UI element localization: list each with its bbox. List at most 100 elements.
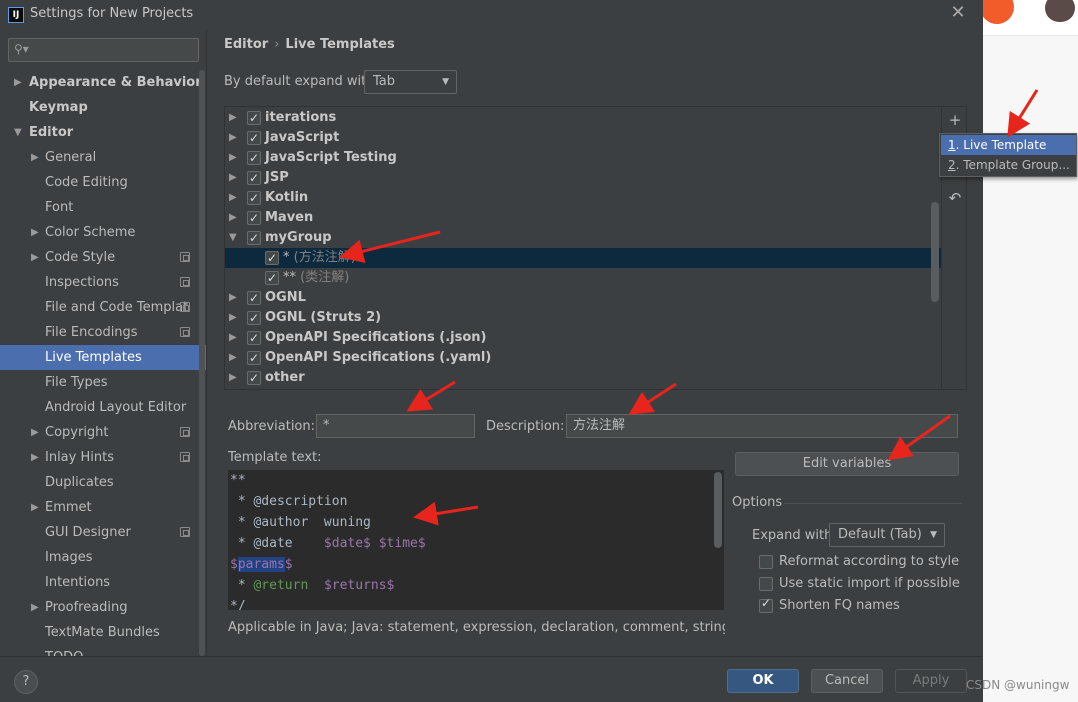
sidebar-item-code-editing[interactable]: Code Editing <box>0 170 206 195</box>
sidebar-item-inlay-hints[interactable]: ▶ Inlay Hints <box>0 445 206 470</box>
help-icon[interactable]: ? <box>14 670 38 694</box>
sidebar-item-file-encodings[interactable]: File Encodings <box>0 320 206 345</box>
close-icon[interactable]: ✕ <box>948 3 968 23</box>
template-checkbox[interactable] <box>265 248 279 268</box>
template-checkbox[interactable] <box>247 348 261 368</box>
chevron-right-icon[interactable]: ▶ <box>229 128 237 148</box>
sidebar-item-proofreading[interactable]: ▶ Proofreading <box>0 595 206 620</box>
chevron-right-icon[interactable]: ▶ <box>31 595 39 620</box>
sidebar-item-live-templates[interactable]: Live Templates <box>0 345 206 370</box>
template-group-row[interactable]: ▶ other <box>225 368 941 388</box>
shorten-fq-label[interactable]: Shorten FQ names <box>779 598 900 613</box>
menu-item-template-group[interactable]: 2. Template Group... <box>941 155 1076 175</box>
sidebar-scrollbar[interactable] <box>199 70 205 656</box>
template-checkbox[interactable] <box>247 108 261 128</box>
sidebar-item-duplicates[interactable]: Duplicates <box>0 470 206 495</box>
chevron-right-icon[interactable]: ▶ <box>31 420 39 445</box>
revert-icon[interactable]: ↶ <box>946 189 964 207</box>
breadcrumb-parent[interactable]: Editor <box>224 37 268 52</box>
chevron-down-icon[interactable]: ▼ <box>229 228 237 248</box>
cancel-button[interactable]: Cancel <box>811 669 883 693</box>
template-row[interactable]: * (方法注解) <box>225 248 941 268</box>
sidebar-item-file-and-code-templat[interactable]: File and Code Templat <box>0 295 206 320</box>
abbreviation-field[interactable]: * <box>316 414 475 438</box>
chevron-right-icon[interactable]: ▶ <box>229 108 237 128</box>
template-checkbox[interactable] <box>247 128 261 148</box>
ok-button[interactable]: OK <box>727 669 799 693</box>
description-field[interactable]: 方法注解 <box>566 414 958 438</box>
static-import-checkbox[interactable] <box>759 577 773 591</box>
add-icon[interactable]: + <box>946 111 964 129</box>
template-group-row[interactable]: ▶ JavaScript Testing <box>225 148 941 168</box>
template-checkbox[interactable] <box>247 328 261 348</box>
template-row[interactable]: ** (类注解) <box>225 268 941 288</box>
template-group-row[interactable]: ▶ OpenAPI Specifications (.yaml) <box>225 348 941 368</box>
sidebar-item-code-style[interactable]: ▶ Code Style <box>0 245 206 270</box>
apply-button[interactable]: Apply <box>895 669 967 693</box>
search-input[interactable]: ⚲▾ <box>8 38 199 62</box>
reformat-label[interactable]: Reformat according to style <box>779 554 959 569</box>
template-checkbox[interactable] <box>247 188 261 208</box>
templates-scrollbar[interactable] <box>931 202 939 302</box>
template-group-row[interactable]: ▼ myGroup <box>225 228 941 248</box>
sidebar-item-general[interactable]: ▶ General <box>0 145 206 170</box>
template-checkbox[interactable] <box>265 268 279 288</box>
editor-scrollbar[interactable] <box>714 472 722 548</box>
chevron-right-icon[interactable]: ▶ <box>31 220 39 245</box>
sidebar-item-intentions[interactable]: Intentions <box>0 570 206 595</box>
template-group-row[interactable]: ▶ Kotlin <box>225 188 941 208</box>
sidebar-item-emmet[interactable]: ▶ Emmet <box>0 495 206 520</box>
sidebar-item-file-types[interactable]: File Types <box>0 370 206 395</box>
chevron-right-icon[interactable]: ▶ <box>229 188 237 208</box>
template-group-row[interactable]: ▶ OGNL <box>225 288 941 308</box>
chevron-right-icon[interactable]: ▶ <box>31 245 39 270</box>
chevron-right-icon[interactable]: ▶ <box>14 70 22 95</box>
chevron-right-icon[interactable]: ▶ <box>31 445 39 470</box>
template-checkbox[interactable] <box>247 368 261 388</box>
sidebar-item-color-scheme[interactable]: ▶ Color Scheme <box>0 220 206 245</box>
chevron-right-icon[interactable]: ▶ <box>229 168 237 188</box>
sidebar-item-textmate-bundles[interactable]: TextMate Bundles <box>0 620 206 645</box>
sidebar-item-inspections[interactable]: Inspections <box>0 270 206 295</box>
sidebar-item-copyright[interactable]: ▶ Copyright <box>0 420 206 445</box>
chevron-right-icon[interactable]: ▶ <box>229 348 237 368</box>
chevron-right-icon[interactable]: ▶ <box>229 328 237 348</box>
menu-item-live-template[interactable]: 1. Live Template <box>941 135 1076 155</box>
template-checkbox[interactable] <box>247 228 261 248</box>
sidebar-item-gui-designer[interactable]: GUI Designer <box>0 520 206 545</box>
template-group-row[interactable]: ▶ JavaScript <box>225 128 941 148</box>
chevron-down-icon[interactable]: ▼ <box>14 120 22 145</box>
sidebar-item-appearance-behavior[interactable]: ▶ Appearance & Behavior <box>0 70 206 95</box>
template-checkbox[interactable] <box>247 288 261 308</box>
chevron-right-icon[interactable]: ▶ <box>229 288 237 308</box>
chevron-right-icon[interactable]: ▶ <box>31 145 39 170</box>
sidebar-item-font[interactable]: Font <box>0 195 206 220</box>
expand-with-select[interactable]: Default (Tab) ▼ <box>829 523 945 547</box>
expand-select[interactable]: Tab ▼ <box>364 70 457 94</box>
edit-variables-button[interactable]: Edit variables <box>735 452 959 476</box>
template-checkbox[interactable] <box>247 308 261 328</box>
template-checkbox[interactable] <box>247 168 261 188</box>
sidebar-item-keymap[interactable]: Keymap <box>0 95 206 120</box>
sidebar-item-editor[interactable]: ▼ Editor <box>0 120 206 145</box>
template-group-row[interactable]: ▶ OpenAPI Specifications (.json) <box>225 328 941 348</box>
chevron-right-icon[interactable]: ▶ <box>229 368 237 388</box>
template-group-row[interactable]: ▶ iterations <box>225 108 941 128</box>
static-import-label[interactable]: Use static import if possible <box>779 576 960 591</box>
sidebar-item-todo[interactable]: TODO <box>0 645 206 656</box>
template-group-row[interactable]: ▶ Maven <box>225 208 941 228</box>
template-group-row[interactable]: ▶ JSP <box>225 168 941 188</box>
chevron-right-icon[interactable]: ▶ <box>229 208 237 228</box>
template-checkbox[interactable] <box>247 208 261 228</box>
chevron-right-icon[interactable]: ▶ <box>31 495 39 520</box>
template-text-editor[interactable]: ** * @description * @author wuning * @da… <box>228 470 724 610</box>
chevron-right-icon[interactable]: ▶ <box>229 308 237 328</box>
code-text: * @description <box>230 494 348 509</box>
chevron-right-icon[interactable]: ▶ <box>229 148 237 168</box>
template-group-row[interactable]: ▶ OGNL (Struts 2) <box>225 308 941 328</box>
sidebar-item-images[interactable]: Images <box>0 545 206 570</box>
shorten-fq-checkbox[interactable] <box>759 596 773 613</box>
template-checkbox[interactable] <box>247 148 261 168</box>
reformat-checkbox[interactable] <box>759 555 773 569</box>
sidebar-item-android-layout-editor[interactable]: Android Layout Editor <box>0 395 206 420</box>
